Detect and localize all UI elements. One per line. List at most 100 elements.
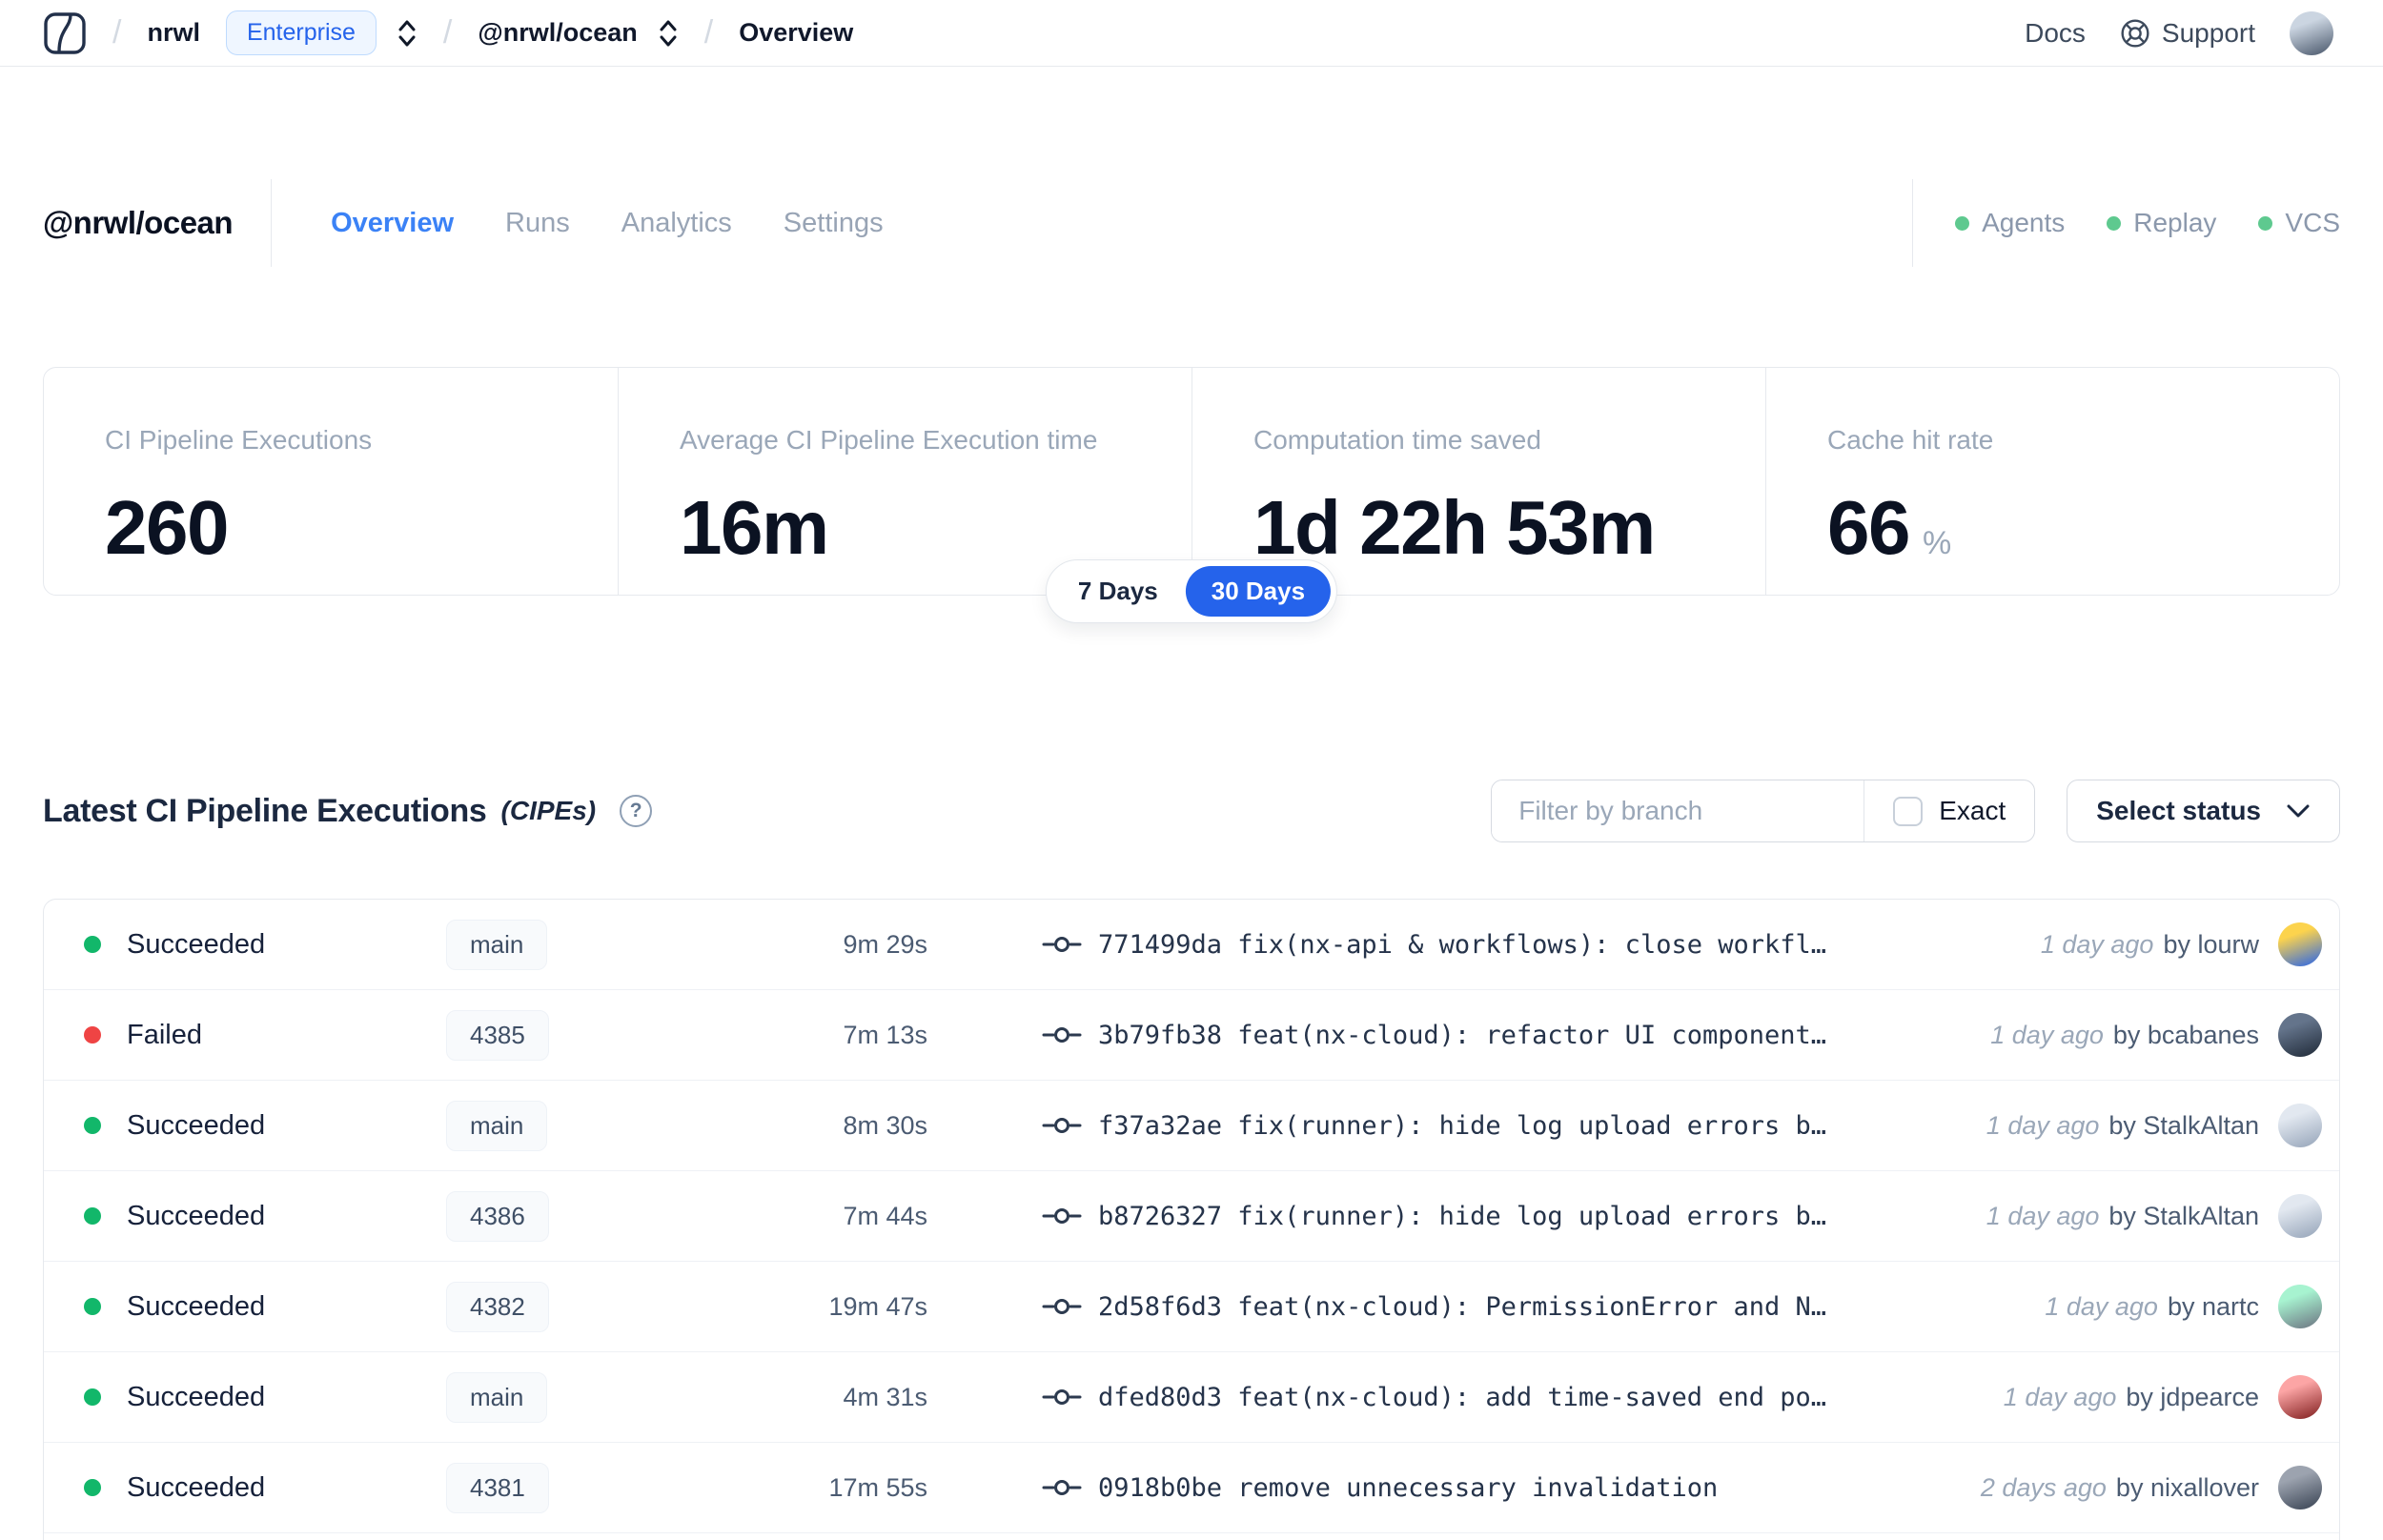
exact-checkbox[interactable] bbox=[1893, 796, 1924, 826]
branch-cell: main bbox=[446, 1100, 742, 1151]
commit-cell: 2d58f6d3 feat(nx-cloud): PermissionError… bbox=[1042, 1292, 2045, 1322]
commit-message[interactable]: 0918b0be remove unnecessary invalidation bbox=[1098, 1473, 1718, 1503]
commit-message[interactable]: dfed80d3 feat(nx-cloud): add time-saved … bbox=[1098, 1383, 1826, 1412]
branch-badge[interactable]: 4382 bbox=[446, 1281, 549, 1332]
author: by lourw bbox=[2163, 929, 2259, 959]
branch-badge[interactable]: 4381 bbox=[446, 1462, 549, 1513]
status-label: Succeeded bbox=[127, 1471, 266, 1503]
author-avatar bbox=[2278, 1375, 2322, 1419]
user-avatar[interactable] bbox=[2290, 10, 2333, 55]
cipe-row[interactable]: Succeeded 4382 19m 47s 2d58f6d3 feat(nx-… bbox=[44, 1262, 2339, 1352]
indicator-vcs[interactable]: VCS bbox=[2258, 208, 2340, 238]
cipe-row[interactable]: Succeeded main 9m 29s 771499da fix(nx-ap… bbox=[44, 900, 2339, 990]
stat-value: 66 bbox=[1827, 485, 1910, 570]
breadcrumb-separator: / bbox=[442, 14, 453, 51]
author: by StalkAltan bbox=[2108, 1201, 2259, 1230]
commit-cell: b8726327 fix(runner): hide log upload er… bbox=[1042, 1202, 1986, 1231]
author-avatar bbox=[2278, 1194, 2322, 1238]
divider bbox=[1912, 179, 1914, 267]
breadcrumb-page: Overview bbox=[739, 18, 854, 47]
org-switcher-chevron-icon[interactable] bbox=[397, 18, 418, 49]
git-commit-icon bbox=[1042, 1021, 1082, 1049]
author-avatar bbox=[2278, 922, 2322, 966]
stat-value: 260 bbox=[105, 485, 229, 570]
cipe-title-suffix: (CIPEs) bbox=[500, 796, 597, 825]
cipe-title-group: Latest CI Pipeline Executions (CIPEs) ? bbox=[43, 792, 653, 830]
status-label: Succeeded bbox=[127, 1290, 266, 1322]
cipe-row[interactable]: Succeeded 4381 17m 55s 0918b0be remove u… bbox=[44, 1443, 2339, 1533]
cipe-row[interactable]: Succeeded main 4m 31s dfed80d3 feat(nx-c… bbox=[44, 1352, 2339, 1443]
tab-runs[interactable]: Runs bbox=[505, 208, 570, 239]
cipe-table: Succeeded main 9m 29s 771499da fix(nx-ap… bbox=[43, 899, 2340, 1540]
branch-cell: main bbox=[446, 919, 742, 970]
cipe-row[interactable]: Failed 4385 7m 13s 3b79fb38 feat(nx-clou… bbox=[44, 990, 2339, 1081]
stat-label: CI Pipeline Executions bbox=[105, 425, 373, 455]
branch-filter-input[interactable] bbox=[1492, 780, 1864, 841]
indicator-replay[interactable]: Replay bbox=[2107, 208, 2216, 238]
branch-badge[interactable]: main bbox=[446, 1371, 548, 1423]
status-dot bbox=[84, 1207, 101, 1225]
status-dot bbox=[84, 936, 101, 953]
author: by nartc bbox=[2167, 1291, 2259, 1321]
breadcrumb: / nrwl Enterprise / @nrwl/ocean / Overvi… bbox=[43, 10, 853, 55]
workspace-status-group: Agents Replay VCS bbox=[1912, 179, 2340, 267]
author-avatar bbox=[2278, 1285, 2322, 1328]
branch-cell: main bbox=[446, 1371, 742, 1423]
indicator-label: Replay bbox=[2133, 208, 2217, 237]
help-icon[interactable]: ? bbox=[620, 795, 653, 827]
status-dot bbox=[84, 1117, 101, 1134]
stat-label: Cache hit rate bbox=[1827, 425, 1994, 455]
status-cell: Succeeded bbox=[84, 1382, 446, 1413]
branch-cell: 4382 bbox=[446, 1281, 742, 1332]
exact-label[interactable]: Exact bbox=[1939, 796, 2006, 826]
time-ago: 1 day ago bbox=[1986, 1110, 2100, 1140]
docs-link[interactable]: Docs bbox=[2025, 18, 2086, 49]
duration: 17m 55s bbox=[828, 1472, 927, 1502]
stat-card-cache-hit-rate: Cache hit rate 66% bbox=[1765, 368, 2339, 595]
branch-badge[interactable]: 4385 bbox=[446, 1009, 549, 1061]
tab-settings[interactable]: Settings bbox=[784, 208, 884, 239]
indicator-agents[interactable]: Agents bbox=[1955, 208, 2065, 238]
commit-message[interactable]: b8726327 fix(runner): hide log upload er… bbox=[1098, 1202, 1826, 1231]
status-label: Failed bbox=[127, 1019, 202, 1050]
range-30-days-button[interactable]: 30 Days bbox=[1185, 566, 1332, 617]
branch-filter-group: Exact bbox=[1491, 780, 2036, 842]
duration: 8m 30s bbox=[843, 1110, 927, 1140]
workspace-switcher-chevron-icon[interactable] bbox=[658, 18, 679, 49]
branch-badge[interactable]: main bbox=[446, 919, 548, 970]
cipe-title: Latest CI Pipeline Executions bbox=[43, 792, 487, 829]
chevron-down-icon bbox=[2286, 803, 2311, 819]
commit-message[interactable]: 3b79fb38 feat(nx-cloud): refactor UI com… bbox=[1098, 1021, 1826, 1050]
status-dot bbox=[84, 1026, 101, 1044]
branch-badge[interactable]: 4386 bbox=[446, 1190, 549, 1242]
status-label: Succeeded bbox=[127, 1109, 266, 1141]
duration: 7m 13s bbox=[843, 1020, 927, 1049]
top-navbar: / nrwl Enterprise / @nrwl/ocean / Overvi… bbox=[0, 0, 2383, 67]
navbar-actions: Docs Support bbox=[2025, 10, 2333, 55]
author: by nixallover bbox=[2115, 1472, 2259, 1502]
time-ago: 1 day ago bbox=[1990, 1020, 2104, 1049]
breadcrumb-workspace[interactable]: @nrwl/ocean bbox=[478, 18, 637, 48]
stat-value: 16m bbox=[680, 485, 829, 570]
nx-cloud-logo-icon[interactable] bbox=[43, 11, 87, 55]
tab-overview[interactable]: Overview bbox=[331, 208, 454, 239]
duration: 4m 31s bbox=[843, 1382, 927, 1411]
commit-message[interactable]: 771499da fix(nx-api & workflows): close … bbox=[1098, 930, 1826, 960]
status-cell: Succeeded bbox=[84, 929, 446, 961]
breadcrumb-org[interactable]: nrwl bbox=[147, 18, 200, 48]
breadcrumb-separator: / bbox=[703, 14, 714, 51]
commit-cell: dfed80d3 feat(nx-cloud): add time-saved … bbox=[1042, 1383, 2004, 1412]
commit-message[interactable]: 2d58f6d3 feat(nx-cloud): PermissionError… bbox=[1098, 1292, 1826, 1322]
commit-message[interactable]: f37a32ae fix(runner): hide log upload er… bbox=[1098, 1111, 1826, 1141]
range-7-days-button[interactable]: 7 Days bbox=[1052, 566, 1184, 617]
author-avatar bbox=[2278, 1466, 2322, 1510]
status-indicators: Agents Replay VCS bbox=[1955, 208, 2340, 238]
cipe-row[interactable]: Succeeded 4386 7m 44s b8726327 fix(runne… bbox=[44, 1171, 2339, 1262]
support-link[interactable]: Support bbox=[2120, 18, 2255, 49]
tab-analytics[interactable]: Analytics bbox=[621, 208, 732, 239]
status-select-button[interactable]: Select status bbox=[2067, 780, 2340, 842]
stat-label: Average CI Pipeline Execution time bbox=[680, 425, 1098, 455]
cipe-row[interactable]: Succeeded main 8m 30s f37a32ae fix(runne… bbox=[44, 1081, 2339, 1171]
status-select-label: Select status bbox=[2096, 796, 2261, 825]
branch-badge[interactable]: main bbox=[446, 1100, 548, 1151]
